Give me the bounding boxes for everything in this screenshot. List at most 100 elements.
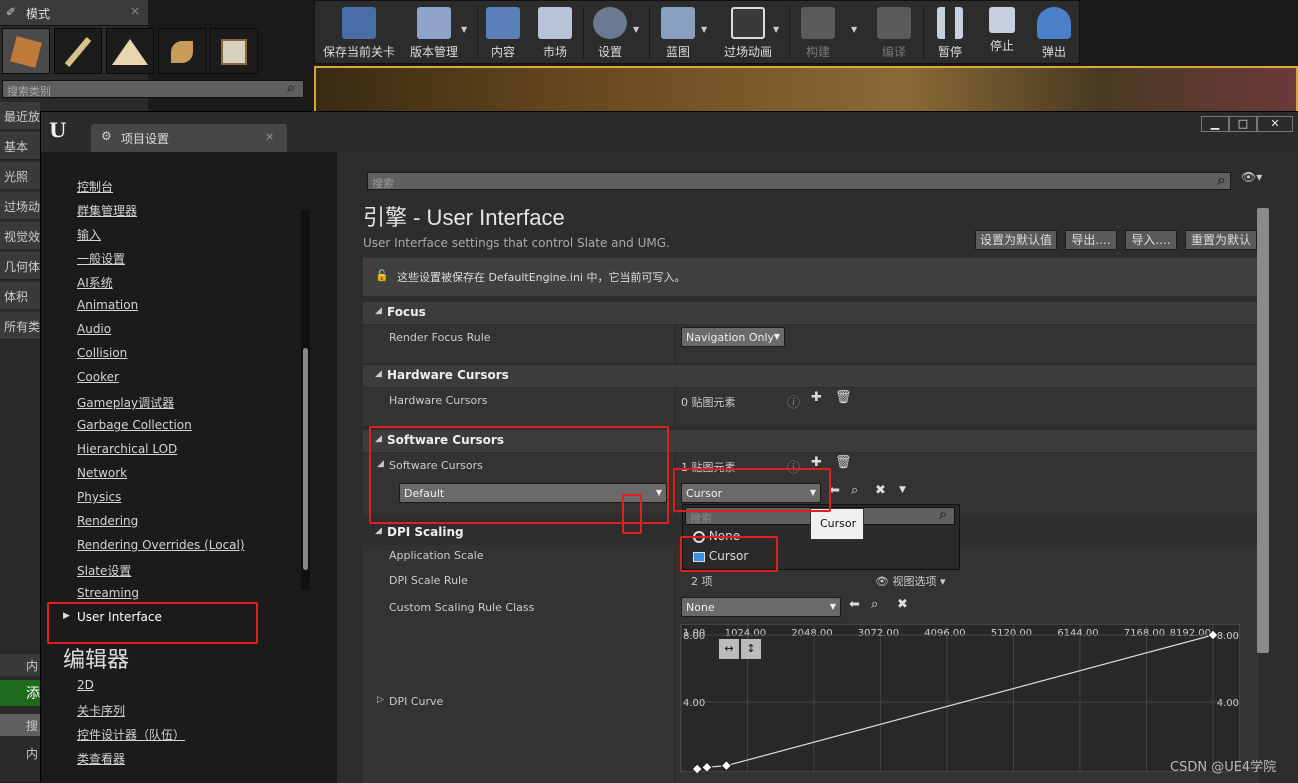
close-icon[interactable]: × [265,130,274,143]
pause-button[interactable]: 暂停 [927,5,973,63]
paint-mode-icon[interactable] [54,28,102,74]
nav-item-audio[interactable]: Audio [77,322,111,336]
category-cinematic[interactable]: 过场动 [0,192,40,220]
fit-horizontal-icon[interactable]: ↔ [719,639,739,659]
chevron-down-icon[interactable]: ▼ [633,25,639,34]
chevron-down-icon[interactable]: ▼ [461,25,467,34]
category-geometry[interactable]: 几何体 [0,252,40,280]
chevron-down-icon[interactable]: ▼ [701,25,707,34]
chevron-down-icon[interactable]: ▼ [851,25,857,34]
help-icon[interactable]: ⓘ [787,392,800,411]
fit-vertical-icon[interactable]: ↕ [741,639,761,659]
close-icon[interactable]: × [130,4,140,18]
category-recent[interactable]: 最近放 [0,102,40,130]
stop-button[interactable]: 停止 [979,5,1025,63]
nav-item-input[interactable]: 输入 [77,226,101,243]
marketplace-button[interactable]: 市场 [533,5,577,63]
save-icon [342,7,376,39]
nav-item-network[interactable]: Network [77,466,127,480]
landscape-mode-icon[interactable] [106,28,154,74]
settings-search-input[interactable]: 搜索 [367,172,1231,190]
maximize-button[interactable]: □ [1229,116,1257,132]
place-mode-icon[interactable] [2,28,50,74]
custom-scaling-rule-combo[interactable]: None ▼ [681,597,841,617]
trash-icon[interactable]: 🗑 [835,455,852,470]
nav-item-physics[interactable]: Physics [77,490,121,504]
render-focus-rule-combo[interactable]: Navigation Only ▼ [681,327,785,347]
eject-button[interactable]: 弹出 [1031,5,1077,63]
hardware-cursors-section-header[interactable]: ◢ Hardware Cursors [363,365,1259,387]
nav-item-2d[interactable]: 2D [77,678,94,692]
compile-button[interactable]: 编译 [869,5,919,63]
nav-item-rendering-overrides[interactable]: Rendering Overrides (Local) [77,538,245,552]
modes-tab[interactable]: ✐ 模式 × [0,0,148,26]
nav-item-rendering[interactable]: Rendering [77,514,138,528]
nav-item-cluster[interactable]: 群集管理器 [77,202,137,219]
trash-icon[interactable]: 🗑 [835,390,852,405]
nav-item-widget-designer[interactable]: 控件设计器（队伍） [77,726,185,743]
nav-item-cooker[interactable]: Cooker [77,370,119,384]
settings-button[interactable]: 设置 [587,5,633,63]
close-window-button[interactable]: ✕ [1257,116,1293,132]
window-title-bar[interactable]: U ⚙ 项目设置 × ▁ □ ✕ [41,112,1298,152]
nav-item-level-sequence[interactable]: 关卡序列 [77,702,125,719]
import-button[interactable]: 导入.... [1125,230,1177,250]
browse-icon[interactable]: ⌕ [851,483,858,498]
foliage-mode-icon[interactable] [158,28,206,74]
settings-scrollbar[interactable] [1257,208,1269,653]
nav-item-general[interactable]: 一般设置 [77,250,125,267]
nav-scrollbar[interactable] [303,348,308,570]
content-folder-item[interactable]: 内 [0,742,40,764]
focus-section-header[interactable]: ◢ Focus [363,302,1259,324]
search-icon[interactable]: ⌕ [1217,170,1226,190]
category-basic[interactable]: 基本 [0,132,40,160]
eye-icon[interactable]: 👁▾ [1241,170,1262,184]
nav-item-animation[interactable]: Animation [77,298,138,312]
content-browser-tab[interactable]: 内 [0,654,40,676]
category-search-input[interactable]: 搜索类别 [2,80,304,98]
dpi-curve-editor[interactable]: 1.00 1024.00 2048.00 3072.00 4096.00 5120.00 6… [680,624,1241,775]
use-selected-icon[interactable]: ⬅ [849,597,860,612]
blueprints-button[interactable]: 蓝图 [653,5,703,63]
clear-icon[interactable]: ✖ [897,597,908,612]
search-icon[interactable]: ⌕ [939,505,947,523]
marketplace-label: 市场 [542,45,567,59]
nav-item-collision[interactable]: Collision [77,346,127,360]
minimize-button[interactable]: ▁ [1201,116,1229,132]
reset-to-default-button[interactable]: 重置为默认 [1185,230,1257,250]
category-volumes[interactable]: 体积 [0,282,40,310]
set-as-default-button[interactable]: 设置为默认值 [975,230,1057,250]
chevron-down-icon[interactable]: ▼ [899,485,906,495]
application-scale-label: Application Scale [389,549,484,562]
modes-icon: ✐ [6,5,17,19]
nav-item-class-viewer[interactable]: 类查看器 [77,750,125,767]
nav-item-gameplay-debugger[interactable]: Gameplay调试器 [77,394,174,411]
browse-icon[interactable]: ⌕ [871,597,878,612]
save-button[interactable]: 保存当前关卡 [319,5,399,63]
nav-item-streaming[interactable]: Streaming [77,586,139,600]
tab-project-settings[interactable]: ⚙ 项目设置 × [91,124,287,152]
geometry-mode-icon[interactable] [210,28,258,74]
source-control-button[interactable]: 版本管理 [403,5,465,63]
category-lights[interactable]: 光照 [0,162,40,190]
level-viewport[interactable] [314,66,1298,114]
add-new-button[interactable]: 添 [0,680,40,706]
chevron-down-icon[interactable]: ▼ [773,25,779,34]
nav-item-slate[interactable]: Slate设置 [77,562,131,579]
clear-icon[interactable]: ✖ [875,483,886,498]
expand-arrow-icon[interactable]: ▷ [377,695,384,705]
view-options-button[interactable]: 👁 视图选项 ▾ [875,573,946,589]
add-icon[interactable]: ✚ [811,390,822,405]
build-button[interactable]: 构建 [793,5,843,63]
nav-item-hierarchical-lod[interactable]: Hierarchical LOD [77,442,177,456]
nav-item-console[interactable]: 控制台 [77,178,113,195]
content-button[interactable]: 内容 [481,5,525,63]
search-icon[interactable]: ⌕ [287,80,295,96]
category-visual-effects[interactable]: 视觉效 [0,222,40,250]
export-button[interactable]: 导出.... [1065,230,1117,250]
cinematics-button[interactable]: 过场动画 [717,5,779,63]
nav-item-garbage-collection[interactable]: Garbage Collection [77,418,192,432]
content-search-input[interactable]: 搜 [0,714,40,736]
category-all-classes[interactable]: 所有类 [0,312,40,340]
nav-item-ai-system[interactable]: AI系统 [77,274,113,291]
